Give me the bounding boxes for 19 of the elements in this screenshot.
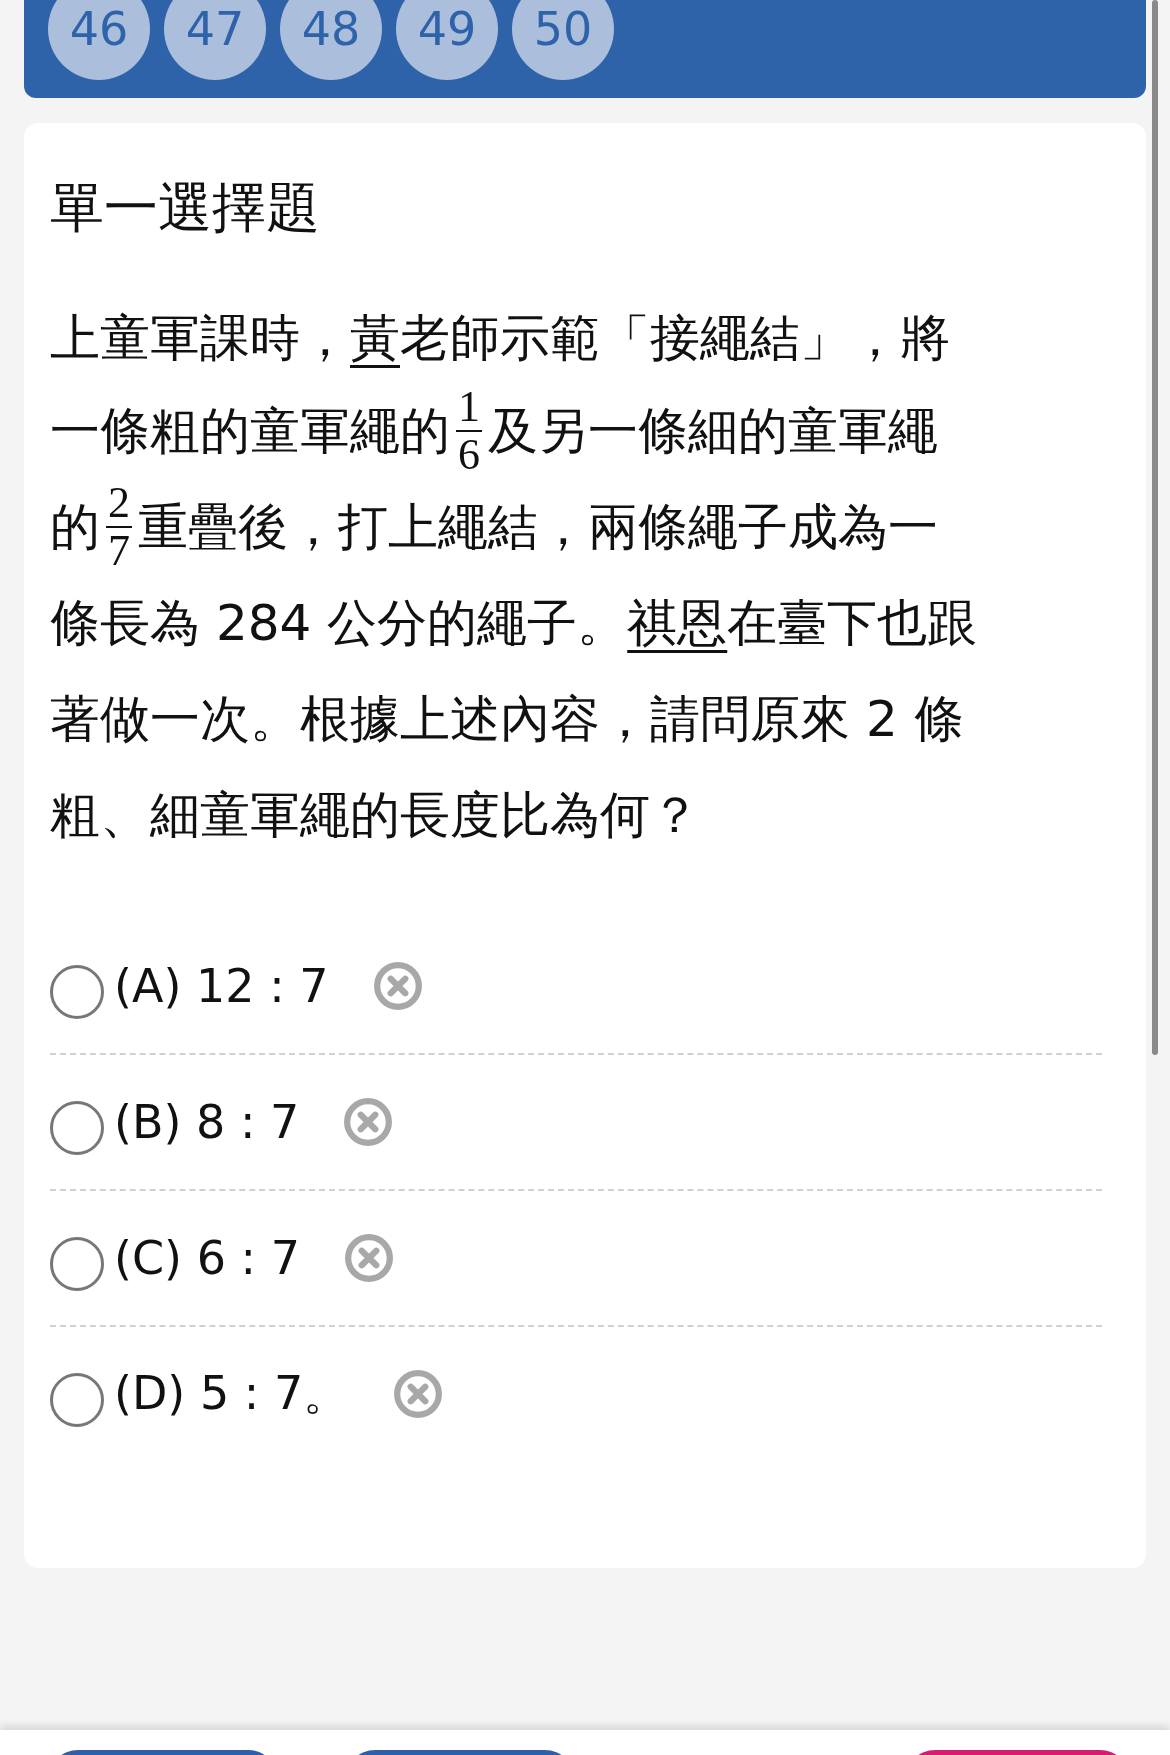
option-label[interactable]: (B) 8 : 7 — [114, 1095, 300, 1150]
radio-button[interactable] — [50, 965, 104, 1020]
scrollbar[interactable] — [1152, 0, 1158, 1055]
question-number-button[interactable]: 48 — [280, 0, 382, 80]
remove-icon[interactable] — [393, 1369, 444, 1420]
question-number-button[interactable]: 50 — [512, 0, 614, 80]
option-label[interactable]: (D) 5 : 7。 — [114, 1363, 350, 1426]
remove-icon[interactable] — [372, 961, 423, 1012]
question-type-title: 單一選擇題 — [50, 175, 321, 241]
remove-icon[interactable] — [343, 1097, 394, 1148]
question-number-button[interactable]: 47 — [164, 0, 266, 80]
question-number-button[interactable]: 49 — [396, 0, 498, 80]
question-number-button[interactable]: 46 — [48, 0, 150, 80]
remove-icon[interactable] — [343, 1233, 394, 1284]
option-label[interactable]: (C) 6 : 7 — [114, 1231, 300, 1286]
radio-button[interactable] — [50, 1373, 104, 1428]
radio-button[interactable] — [50, 1101, 104, 1156]
option-label[interactable]: (A) 12 : 7 — [114, 959, 329, 1014]
radio-button[interactable] — [50, 1237, 104, 1292]
